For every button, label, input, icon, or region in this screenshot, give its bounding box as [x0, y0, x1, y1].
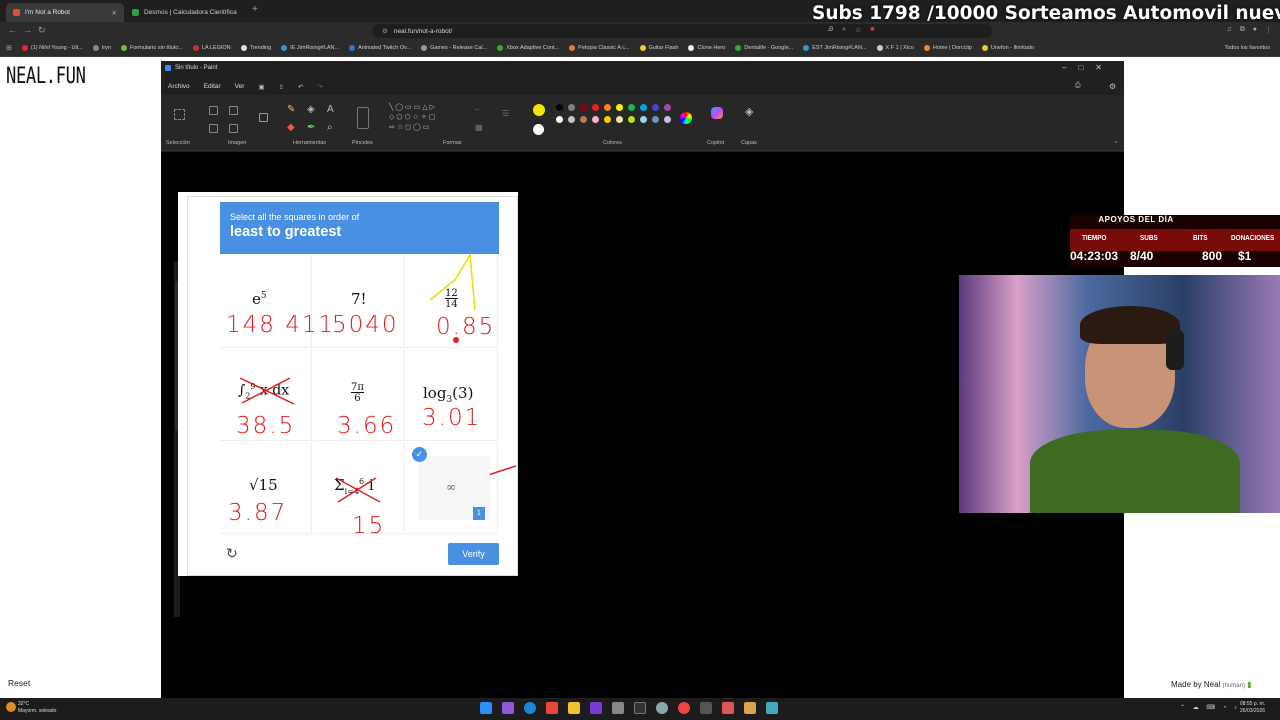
- system-tray[interactable]: ⌃ ☁ ⌨ ◔ ♪: [1180, 704, 1240, 711]
- robot-icon: ▮: [1247, 680, 1252, 689]
- brave-icon[interactable]: [546, 702, 558, 714]
- webcam-person: [1080, 306, 1180, 344]
- refresh-icon[interactable]: ↻: [226, 545, 238, 562]
- selection-order-badge: 1: [473, 507, 485, 520]
- webcam-person: [1030, 430, 1240, 513]
- red-dot: [453, 337, 459, 343]
- clock-date: 26/03/2026: [1240, 708, 1266, 714]
- cell-expression: ∞: [446, 480, 456, 494]
- yellow-stroke: [429, 252, 476, 311]
- file-explorer-icon[interactable]: [568, 702, 580, 714]
- taskbar-clock[interactable]: 08:55 p. m. 26/03/2026: [1240, 701, 1265, 715]
- headset-icon: [1166, 330, 1184, 370]
- edge-icon[interactable]: [524, 702, 536, 714]
- stat-label: DONACIONES: [1231, 233, 1275, 242]
- stat-label: TIEMPO: [1082, 233, 1107, 242]
- weather-desc: Mayorm. soleado: [18, 708, 57, 714]
- stat-value: 800: [1202, 249, 1223, 263]
- stat-value: 8/40: [1130, 249, 1154, 263]
- chrome-icon[interactable]: [678, 702, 690, 714]
- made-by-credit[interactable]: Made by Neal (human) ▮: [1171, 680, 1252, 689]
- cross-stroke: [239, 377, 295, 405]
- made-by-text: Made by Neal: [1171, 680, 1221, 689]
- weather-icon[interactable]: [6, 702, 16, 712]
- app-icon[interactable]: [634, 702, 646, 714]
- app-icon[interactable]: [502, 702, 514, 714]
- cross-stroke: [335, 477, 381, 503]
- app-icon[interactable]: [612, 702, 624, 714]
- clock-time: 08:55 p. m.: [1240, 701, 1266, 707]
- weather-widget[interactable]: 32°C Mayorm. soleado: [18, 701, 56, 715]
- paint-taskbar-icon[interactable]: [766, 702, 778, 714]
- taskbar-apps: [480, 702, 778, 714]
- app-icon[interactable]: [656, 702, 668, 714]
- app-icon[interactable]: [722, 702, 734, 714]
- start-icon[interactable]: [480, 702, 492, 714]
- weather-temp: 32°C: [18, 701, 30, 707]
- stat-value: 04:23:03: [1070, 249, 1119, 263]
- made-by-note: (human): [1222, 683, 1245, 689]
- stream-stats-title: APOYOS DEL DÍA: [1098, 215, 1174, 224]
- app-icon[interactable]: [744, 702, 756, 714]
- stat-label: BITS: [1193, 233, 1208, 242]
- app-icon[interactable]: [700, 702, 712, 714]
- reset-button[interactable]: Reset: [8, 678, 30, 688]
- verify-button[interactable]: Verify: [448, 543, 499, 565]
- app-icon[interactable]: [590, 702, 602, 714]
- stat-value: $1: [1238, 249, 1252, 263]
- stat-label: SUBS: [1140, 233, 1158, 242]
- check-icon: ✓: [412, 447, 427, 462]
